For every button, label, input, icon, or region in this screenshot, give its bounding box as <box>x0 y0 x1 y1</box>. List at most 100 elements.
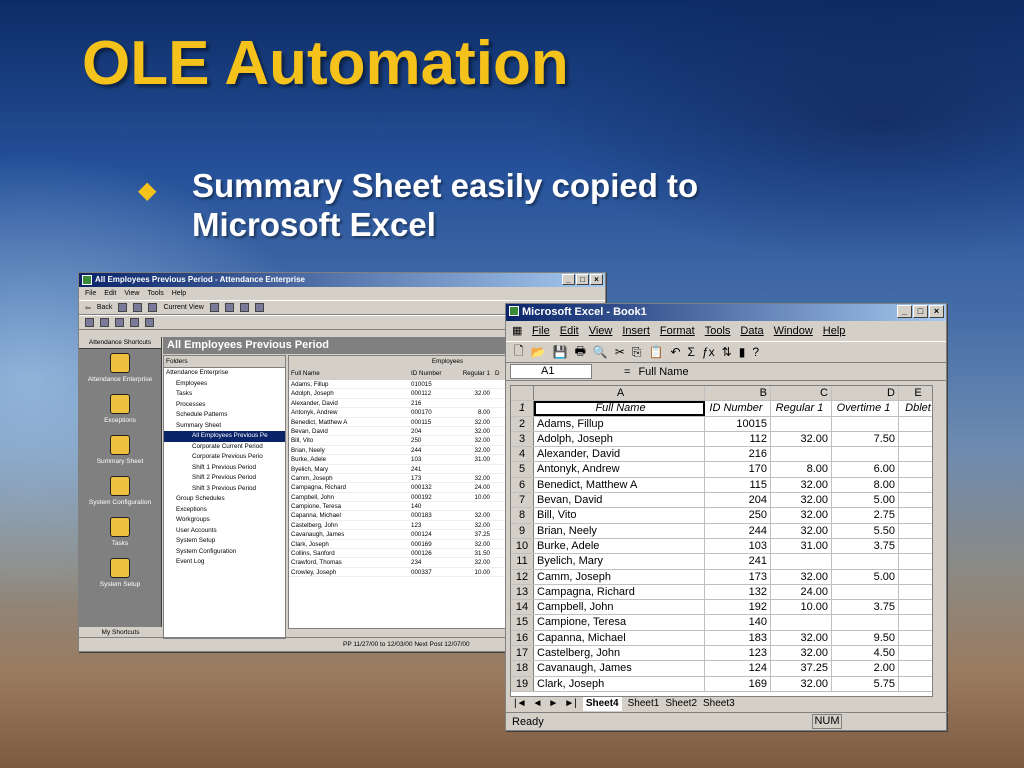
chart-icon[interactable]: ▮ <box>739 345 746 359</box>
cell[interactable]: 3.75 <box>832 538 899 554</box>
tree-item[interactable]: Schedule Patterns <box>164 410 285 421</box>
menu-item-format[interactable]: Format <box>660 321 695 341</box>
tree-item[interactable]: Workgroups <box>164 515 285 526</box>
toolbar-icon[interactable] <box>115 318 124 327</box>
table-row[interactable]: 6 Benedict, Matthew A 115 32.00 8.00 <box>511 477 932 494</box>
cell[interactable]: 5.00 <box>832 569 899 584</box>
find-icon[interactable] <box>224 303 234 312</box>
column-header-c[interactable]: C <box>771 386 832 401</box>
tree-item[interactable]: Corporate Current Period <box>164 442 285 453</box>
cell[interactable]: 170 <box>705 462 771 477</box>
cell[interactable]: Dblet <box>899 401 932 415</box>
cell[interactable] <box>899 508 932 522</box>
cell[interactable]: 8.00 <box>832 477 899 493</box>
tab-sheet4[interactable]: Sheet4 <box>582 697 622 711</box>
menu-item-help[interactable]: Help <box>172 287 186 300</box>
cell[interactable]: 10.00 <box>771 600 832 615</box>
cell[interactable]: 103 <box>705 538 771 554</box>
cell[interactable] <box>899 417 932 431</box>
cell[interactable]: Adams, Fillup <box>534 416 705 431</box>
tree-item[interactable]: Tasks <box>164 389 285 400</box>
cell[interactable]: Campbell, John <box>534 600 705 615</box>
grid-column-header[interactable]: Full Name <box>289 368 409 380</box>
table-row[interactable]: 13 Campagna, Richard 132 24.00 <box>511 584 932 601</box>
cell[interactable] <box>771 554 832 569</box>
shortcut-system-configuration[interactable]: System Configuration <box>79 472 161 513</box>
table-row[interactable]: 7 Bevan, David 204 32.00 5.00 <box>511 493 932 509</box>
cell[interactable]: 244 <box>705 523 771 538</box>
copy-icon[interactable] <box>133 303 143 312</box>
tab-sheet1[interactable]: Sheet1 <box>628 697 660 711</box>
tree-item[interactable]: System Configuration <box>164 547 285 558</box>
table-row[interactable]: 14 Campbell, John 192 10.00 3.75 <box>511 600 932 616</box>
cell[interactable]: 37.25 <box>771 661 832 676</box>
paste-icon[interactable]: 📋 <box>649 345 664 359</box>
tree-item[interactable]: System Setup <box>164 536 285 547</box>
tree-item[interactable]: Employees <box>164 379 285 390</box>
undo-icon[interactable]: ↶ <box>670 345 680 359</box>
column-header-a[interactable]: A <box>534 386 705 401</box>
row-header[interactable]: 18 <box>511 661 534 676</box>
cell[interactable]: Campione, Teresa <box>534 615 705 630</box>
cell[interactable]: 123 <box>705 646 771 661</box>
back-button[interactable]: Back <box>97 304 113 311</box>
toolbar-icon[interactable] <box>85 318 94 327</box>
save-icon[interactable]: 💾 <box>553 345 568 359</box>
column-header-b[interactable]: B <box>705 386 771 401</box>
cell[interactable]: Regular 1 <box>771 401 832 416</box>
new-icon[interactable]: 🗋 <box>514 342 524 363</box>
shortcut-tasks[interactable]: Tasks <box>79 513 161 554</box>
tab-scroll-icon[interactable]: ►| <box>564 697 577 711</box>
open-icon[interactable]: 📂 <box>531 345 546 359</box>
tree-item[interactable]: Processes <box>164 400 285 411</box>
cell[interactable] <box>899 661 932 675</box>
tab-sheet3[interactable]: Sheet3 <box>703 697 735 711</box>
cell[interactable]: 132 <box>705 584 771 600</box>
cell[interactable]: Alexander, David <box>534 447 705 462</box>
menu-item-tools[interactable]: Tools <box>147 287 163 300</box>
back-arrow-icon[interactable]: ⇦ <box>85 304 91 312</box>
close-button[interactable]: × <box>590 274 603 285</box>
cut-icon[interactable]: ✂ <box>615 345 625 359</box>
tree-item[interactable]: Exceptions <box>164 505 285 516</box>
cell[interactable]: 192 <box>705 600 771 615</box>
column-header-e[interactable]: E <box>899 386 932 400</box>
cell[interactable]: 2.00 <box>832 661 899 676</box>
cell[interactable]: 9.50 <box>832 630 899 646</box>
cell[interactable]: 32.00 <box>771 477 832 493</box>
cell[interactable]: 32.00 <box>771 431 832 447</box>
cell[interactable] <box>899 493 932 507</box>
cell[interactable] <box>899 524 932 538</box>
cell[interactable]: 5.75 <box>832 676 899 691</box>
cell[interactable]: 32.00 <box>771 508 832 523</box>
cell[interactable]: 183 <box>705 630 771 646</box>
cell[interactable]: 7.50 <box>832 431 899 447</box>
grid-icon[interactable] <box>148 303 158 312</box>
cell[interactable] <box>832 447 899 462</box>
tab-scroll-icon[interactable]: |◄ <box>514 697 527 711</box>
cell[interactable]: Camm, Joseph <box>534 569 705 584</box>
current-view-button[interactable]: Current View <box>163 304 203 311</box>
cell[interactable]: 31.00 <box>771 538 832 554</box>
cell[interactable]: Byelich, Mary <box>534 554 705 569</box>
shortcut-exceptions[interactable]: Exceptions <box>79 390 161 431</box>
maximize-button[interactable]: □ <box>576 274 589 285</box>
menu-item-view[interactable]: View <box>124 287 139 300</box>
cell[interactable]: Castelberg, John <box>534 646 705 661</box>
cell[interactable] <box>899 447 932 461</box>
cell[interactable] <box>899 554 932 568</box>
cell[interactable] <box>771 416 832 431</box>
menu-item-edit[interactable]: Edit <box>560 321 579 341</box>
table-row[interactable]: 4 Alexander, David 216 <box>511 447 932 463</box>
row-header[interactable]: 11 <box>511 554 534 569</box>
cell[interactable]: 5.00 <box>832 493 899 508</box>
toolbar-icon[interactable] <box>100 318 109 327</box>
cell[interactable]: 216 <box>705 447 771 462</box>
tree-item[interactable]: Summary Sheet <box>164 421 285 432</box>
row-header[interactable]: 7 <box>511 493 534 508</box>
tree-item[interactable]: Corporate Previous Perio <box>164 452 285 463</box>
shortcut-summary-sheet[interactable]: Summary Sheet <box>79 431 161 472</box>
cell[interactable] <box>832 416 899 431</box>
tab-sheet2[interactable]: Sheet2 <box>665 697 697 711</box>
cell[interactable] <box>771 447 832 462</box>
